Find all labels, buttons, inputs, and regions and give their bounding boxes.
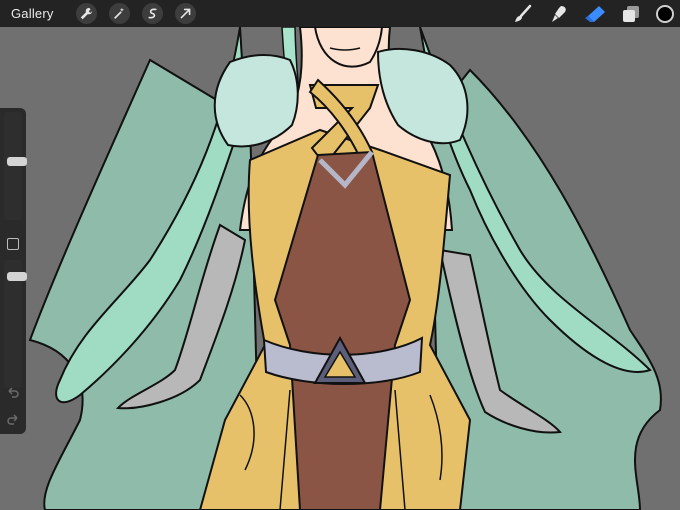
brush-tool[interactable] — [512, 3, 534, 25]
drawing-canvas[interactable] — [0, 0, 680, 510]
smudge-tool[interactable] — [548, 3, 570, 25]
gallery-button[interactable]: Gallery — [11, 6, 54, 21]
redo-button[interactable] — [6, 413, 20, 425]
brush-size-slider[interactable] — [4, 112, 27, 220]
actions-button[interactable] — [75, 3, 97, 24]
magic-wand-icon — [113, 7, 124, 19]
side-toolbar — [0, 108, 27, 434]
eraser-icon — [585, 5, 605, 22]
selection-button[interactable] — [141, 3, 163, 24]
undo-icon — [8, 387, 19, 398]
redo-icon — [7, 414, 18, 425]
modify-button[interactable] — [7, 238, 19, 250]
color-swatch[interactable] — [656, 4, 674, 23]
top-toolbar: Gallery — [0, 0, 680, 27]
transform-button[interactable] — [174, 3, 196, 24]
layers-tool[interactable] — [620, 3, 642, 25]
opacity-thumb[interactable] — [7, 272, 27, 281]
opacity-slider[interactable] — [4, 260, 27, 388]
brush-icon — [515, 4, 532, 22]
selection-icon — [148, 8, 157, 19]
layers-icon — [623, 5, 639, 22]
smudge-icon — [552, 5, 566, 22]
adjustments-button[interactable] — [108, 3, 130, 24]
right-tools — [498, 0, 680, 27]
brush-size-thumb[interactable] — [7, 157, 27, 166]
transform-arrow-icon — [180, 8, 190, 19]
wrench-icon — [80, 7, 92, 20]
undo-button[interactable] — [6, 386, 20, 398]
eraser-tool[interactable] — [584, 3, 606, 25]
